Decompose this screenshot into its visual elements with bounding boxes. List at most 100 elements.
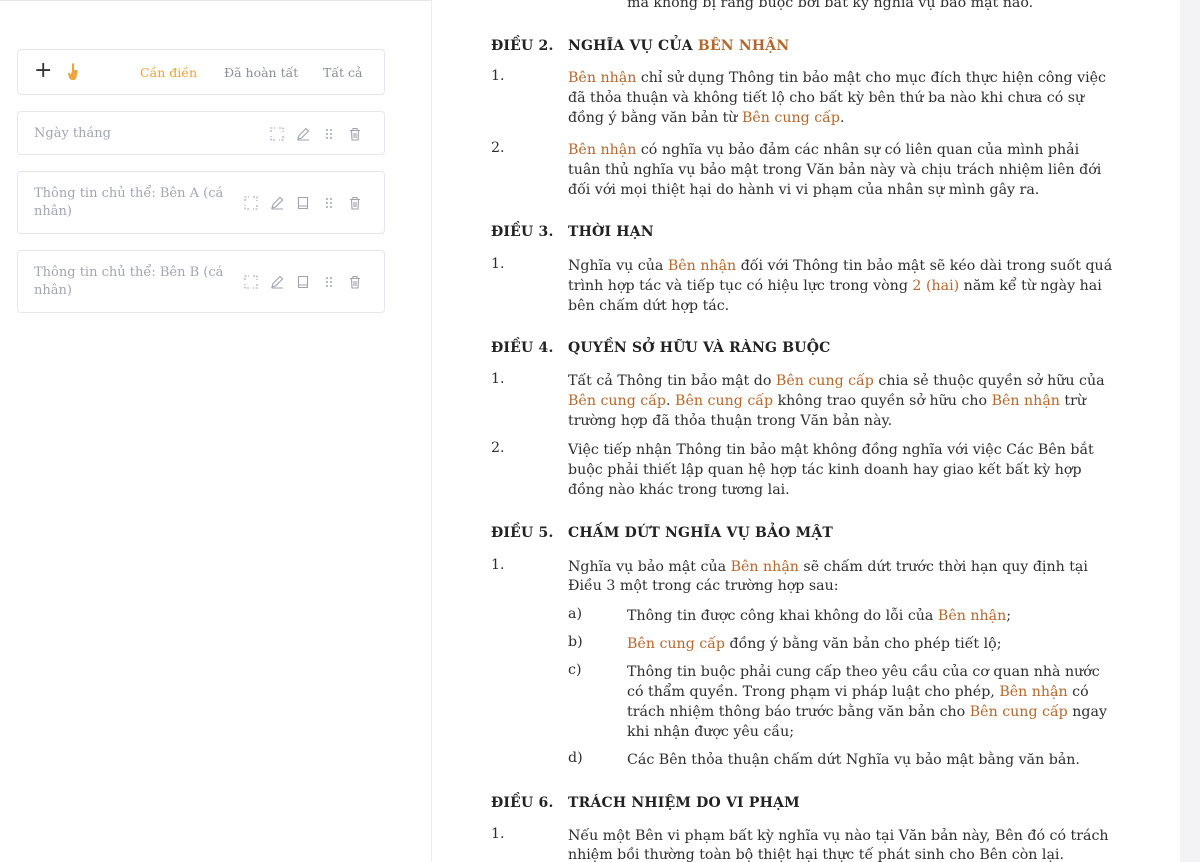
article-number: ĐIỀU 3.	[491, 224, 554, 240]
drag-handle-icon[interactable]	[316, 125, 342, 143]
field-label-line: nhân)	[34, 204, 72, 219]
field-tag[interactable]: Bên cung cấp	[675, 393, 773, 409]
text-line: Tất cả Thông tin bảo mật do Bên cung cấp…	[568, 371, 1105, 391]
field-label: Thông tin chủ thể: Bên B (cá nhân)	[34, 264, 223, 300]
text-line: khi nhận được yêu cầu;	[627, 724, 794, 740]
article-title: NGHĨA VỤ CỦA BÊN NHẬN	[568, 38, 789, 54]
text-line: Nghĩa vụ của Bên nhận đối với Thông tin …	[568, 256, 1112, 276]
text: năm kể từ ngày hai	[959, 278, 1102, 294]
text-line: nhiệm bồi thường toàn bộ thiệt hại thực …	[568, 847, 1064, 862]
text-line: đã thỏa thuận và không tiết lộ cho bất k…	[568, 90, 1085, 106]
left-panel: + Cần điền Đã hoàn tất Tất cả Ngày tháng	[0, 0, 431, 862]
hand-pointer-icon[interactable]	[66, 62, 80, 82]
article-number: ĐIỀU 4.	[491, 340, 554, 356]
text-line: Thông tin được công khai không do lỗi củ…	[627, 606, 1011, 626]
text-line: đồng nào khác trong tương lai.	[568, 482, 790, 498]
article-title: QUYỀN SỞ HỮU VÀ RÀNG BUỘC	[568, 340, 831, 356]
field-tag[interactable]: Bên nhận	[999, 684, 1067, 700]
article-title: THỜI HẠN	[568, 224, 654, 240]
article-number: ĐIỀU 6.	[491, 795, 554, 811]
field-tag[interactable]: Bên nhận	[992, 393, 1060, 409]
plus-icon[interactable]: +	[34, 60, 52, 82]
field-toolbar: + Cần điền Đã hoàn tất Tất cả	[17, 49, 385, 95]
sub-clause-label: b)	[568, 634, 583, 650]
field-label-line: Thông tin chủ thể: Bên A (cá	[34, 186, 224, 201]
text-line: đối với mọi thiệt hại do hành vi vi phạm…	[568, 182, 1040, 198]
field-tag[interactable]: Bên cung cấp	[970, 704, 1068, 720]
field-label: Thông tin chủ thể: Bên A (cá nhân)	[34, 185, 223, 221]
text: trừ	[1059, 393, 1087, 409]
tab-tat-ca[interactable]: Tất cả	[323, 65, 362, 80]
field-tag[interactable]: Bên nhận	[731, 559, 799, 575]
drag-handle-icon[interactable]	[316, 194, 342, 212]
text: chia sẻ thuộc quyền sở hữu của	[873, 373, 1105, 389]
edit-icon[interactable]	[290, 125, 316, 143]
clause-number: 1.	[491, 557, 505, 573]
field-tag[interactable]: Bên cung cấp	[776, 373, 874, 389]
trash-icon[interactable]	[342, 125, 368, 143]
divider	[0, 0, 431, 1]
text: trách nhiệm thông báo trước bằng văn bản…	[627, 704, 970, 720]
field-label-line: Thông tin chủ thể: Bên B (cá	[34, 265, 224, 280]
title-text: NGHĨA VỤ CỦA	[568, 38, 698, 54]
text-line: Thông tin buộc phải cung cấp theo yêu cầ…	[627, 664, 1100, 680]
text-line: Bên cung cấp. Bên cung cấp không trao qu…	[568, 391, 1086, 411]
sub-clause-label: d)	[568, 750, 583, 766]
text: Nghĩa vụ của	[568, 258, 668, 274]
drag-handle-icon[interactable]	[316, 273, 342, 291]
field-tag[interactable]: Bên nhận	[568, 70, 636, 86]
trash-icon[interactable]	[342, 273, 368, 291]
text: trình hợp tác và tiếp tục có hiệu lực tr…	[568, 278, 913, 294]
text-line: Nếu một Bên vi phạm bất kỳ nghĩa vụ nào …	[568, 828, 1109, 844]
field-tag[interactable]: BÊN NHẬN	[698, 38, 789, 54]
field-tag[interactable]: Bên cung cấp	[742, 110, 840, 126]
tab-can-dien[interactable]: Cần điền	[140, 65, 197, 80]
text-line: buộc phải thiết lập quan hệ hợp tác kinh…	[568, 462, 1082, 478]
field-tag[interactable]: Bên cung cấp	[568, 393, 666, 409]
text: đồng ý bằng văn bản từ	[568, 110, 742, 126]
field-tag[interactable]: 2 (hai)	[912, 278, 959, 294]
expand-icon[interactable]	[264, 125, 290, 143]
article-number: ĐIỀU 2.	[491, 38, 554, 54]
right-margin	[1180, 0, 1200, 862]
text-line: trình hợp tác và tiếp tục có hiệu lực tr…	[568, 276, 1102, 296]
article-title: TRÁCH NHIỆM DO VI PHẠM	[568, 795, 800, 811]
field-card-ben-a[interactable]: Thông tin chủ thể: Bên A (cá nhân)	[17, 171, 385, 234]
text-line: có thẩm quyền. Trong phạm vi pháp luật c…	[627, 682, 1089, 702]
clause-number: 2.	[491, 440, 505, 456]
expand-icon[interactable]	[238, 194, 264, 212]
field-card-ngay-thang[interactable]: Ngày tháng	[17, 111, 385, 155]
sub-clause-label: c)	[568, 662, 582, 678]
field-tag[interactable]: Bên nhận	[938, 608, 1006, 624]
trash-icon[interactable]	[342, 194, 368, 212]
field-label: Ngày tháng	[34, 126, 111, 141]
edit-icon[interactable]	[264, 194, 290, 212]
field-tag[interactable]: Bên nhận	[668, 258, 736, 274]
text-line: tuân thủ nghĩa vụ bảo mật trong Văn bản …	[568, 162, 1102, 178]
text-line: trường hợp đã thỏa thuận trong Văn bản n…	[568, 413, 893, 429]
article-number: ĐIỀU 5.	[491, 525, 554, 541]
tab-da-hoan-tat[interactable]: Đã hoàn tất	[224, 65, 298, 80]
text: có	[1067, 684, 1089, 700]
expand-icon[interactable]	[238, 273, 264, 291]
field-tag[interactable]: Bên nhận	[568, 142, 636, 158]
text: đối với Thông tin bảo mật sẽ kéo dài tro…	[736, 258, 1113, 274]
text-line: Bên nhận chỉ sử dụng Thông tin bảo mật c…	[568, 68, 1106, 88]
clause-number: 1.	[491, 256, 505, 272]
field-tag[interactable]: Bên cung cấp	[627, 636, 725, 652]
text: có thẩm quyền. Trong phạm vi pháp luật c…	[627, 684, 1000, 700]
book-icon[interactable]	[290, 273, 316, 291]
text: đồng ý bằng văn bản cho phép tiết lộ;	[725, 636, 1002, 652]
field-actions	[264, 125, 368, 143]
text: Nghĩa vụ bảo mật của	[568, 559, 731, 575]
text: sẽ chấm dứt trước thời hạn quy định tại	[798, 559, 1088, 575]
field-label-line: nhân)	[34, 283, 72, 298]
edit-icon[interactable]	[264, 273, 290, 291]
book-icon[interactable]	[290, 194, 316, 212]
text: có nghĩa vụ bảo đảm các nhân sự có liên …	[636, 142, 1080, 158]
text: ;	[1006, 608, 1012, 624]
field-card-ben-b[interactable]: Thông tin chủ thể: Bên B (cá nhân)	[17, 250, 385, 313]
clause-number: 1.	[491, 371, 505, 387]
text-line: Nghĩa vụ bảo mật của Bên nhận sẽ chấm dứ…	[568, 557, 1088, 577]
text-line: Các Bên thỏa thuận chấm dứt Nghĩa vụ bảo…	[627, 752, 1080, 768]
